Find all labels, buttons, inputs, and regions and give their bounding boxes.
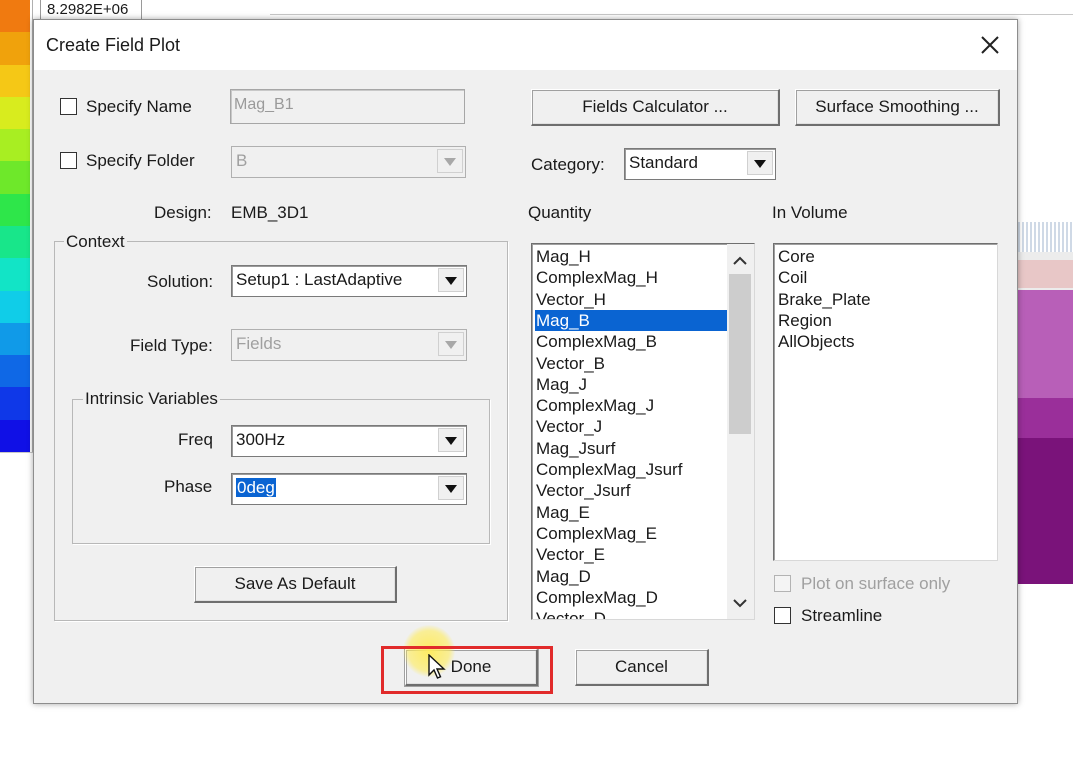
solution-select[interactable]: Setup1 : LastAdaptive bbox=[231, 265, 467, 297]
volume-list-item[interactable]: Region bbox=[777, 310, 832, 331]
design-value: EMB_3D1 bbox=[231, 203, 309, 222]
plot-on-surface-label: Plot on surface only bbox=[801, 574, 951, 593]
phase-select[interactable]: 0deg bbox=[231, 473, 467, 505]
intrinsic-variables-title: Intrinsic Variables bbox=[83, 389, 220, 409]
specify-name-label: Specify Name bbox=[86, 97, 192, 116]
volume-list-item[interactable]: Coil bbox=[777, 267, 807, 288]
field-type-select[interactable]: Fields bbox=[231, 329, 467, 361]
design-label: Design: bbox=[154, 203, 212, 222]
quantity-list-item[interactable]: Mag_Jsurf bbox=[535, 438, 727, 459]
close-icon[interactable] bbox=[977, 32, 1003, 58]
mesh-strip bbox=[1018, 222, 1073, 252]
bg-window-edge bbox=[270, 14, 1073, 15]
quantity-list-item[interactable]: Mag_H bbox=[535, 246, 727, 267]
quantity-list-item[interactable]: ComplexMag_H bbox=[535, 267, 727, 288]
specify-folder-checkbox[interactable] bbox=[60, 152, 77, 169]
volume-list-item[interactable]: Core bbox=[777, 246, 815, 267]
chevron-down-icon bbox=[437, 149, 463, 173]
quantity-list-item[interactable]: Vector_B bbox=[535, 353, 727, 374]
scrollbar-thumb[interactable] bbox=[729, 274, 751, 434]
volume-list-item[interactable]: AllObjects bbox=[777, 331, 855, 352]
title-bar: Create Field Plot bbox=[34, 20, 1017, 70]
chevron-down-icon bbox=[438, 332, 464, 356]
chevron-up-icon[interactable] bbox=[731, 252, 749, 270]
chevron-down-icon bbox=[747, 151, 773, 175]
chevron-down-icon bbox=[438, 268, 464, 292]
quantity-list-item[interactable]: Mag_B bbox=[535, 309, 727, 331]
streamline-checkbox[interactable] bbox=[774, 607, 791, 624]
plot-region bbox=[1018, 260, 1073, 288]
quantity-list-item[interactable]: Vector_D bbox=[535, 608, 727, 619]
folder-select[interactable]: B bbox=[231, 146, 466, 178]
chevron-down-icon bbox=[438, 428, 464, 452]
quantity-list-item[interactable]: Vector_Jsurf bbox=[535, 480, 727, 501]
chevron-down-icon[interactable] bbox=[731, 594, 749, 612]
solution-label: Solution: bbox=[147, 272, 214, 291]
bg-divider bbox=[0, 452, 33, 453]
solution-select-value: Setup1 : LastAdaptive bbox=[236, 270, 403, 289]
intrinsic-variables-group bbox=[72, 399, 490, 544]
quantity-list-item[interactable]: Vector_E bbox=[535, 544, 727, 565]
quantity-title: Quantity bbox=[528, 203, 592, 222]
context-group-title: Context bbox=[64, 232, 127, 252]
quantity-list-item[interactable]: Mag_E bbox=[535, 502, 727, 523]
freq-select[interactable]: 300Hz bbox=[231, 425, 467, 457]
freq-label: Freq bbox=[178, 430, 213, 449]
cancel-button[interactable]: Cancel bbox=[575, 649, 709, 686]
chevron-down-icon bbox=[438, 476, 464, 500]
quantity-list-item[interactable]: ComplexMag_Jsurf bbox=[535, 459, 727, 480]
quantity-list-item[interactable]: Vector_J bbox=[535, 416, 727, 437]
plot-region bbox=[1018, 290, 1073, 398]
save-as-default-button[interactable]: Save As Default bbox=[194, 566, 397, 603]
model-view[interactable] bbox=[1018, 222, 1073, 584]
create-field-plot-dialog: Create Field Plot Specify Name Mag_B1 Sp… bbox=[33, 19, 1018, 704]
highlight-box bbox=[381, 646, 553, 694]
category-label: Category: bbox=[531, 155, 605, 174]
legend-frame bbox=[0, 0, 33, 452]
specify-folder-label: Specify Folder bbox=[86, 151, 195, 170]
folder-select-value: B bbox=[236, 151, 248, 170]
streamline-label: Streamline bbox=[801, 606, 883, 625]
plot-name-input[interactable]: Mag_B1 bbox=[230, 89, 465, 124]
freq-select-value: 300Hz bbox=[236, 430, 286, 449]
quantity-list[interactable]: Vector_D ComplexMag_D Mag_D Vector_E Complex… bbox=[531, 243, 755, 620]
in-volume-list[interactable]: Core Coil Brake_Plate Region AllObjects bbox=[773, 243, 998, 561]
specify-name-checkbox[interactable] bbox=[60, 98, 77, 115]
quantity-list-item[interactable]: ComplexMag_J bbox=[535, 395, 727, 416]
plot-region bbox=[1018, 398, 1073, 438]
surface-smoothing-button[interactable]: Surface Smoothing ... bbox=[795, 89, 1000, 126]
dialog-title: Create Field Plot bbox=[46, 35, 181, 55]
quantity-list-item[interactable]: Mag_J bbox=[535, 374, 727, 395]
category-select-value: Standard bbox=[629, 153, 698, 172]
quantity-scrollbar[interactable] bbox=[727, 244, 754, 619]
phase-select-value: 0deg bbox=[236, 478, 276, 497]
plot-region bbox=[1018, 438, 1073, 584]
field-type-select-value: Fields bbox=[236, 334, 282, 353]
quantity-list-item[interactable]: Mag_D bbox=[535, 566, 727, 587]
plot-on-surface-checkbox[interactable] bbox=[774, 575, 791, 592]
fields-calculator-button[interactable]: Fields Calculator ... bbox=[531, 89, 780, 126]
quantity-list-item[interactable]: ComplexMag_D bbox=[535, 587, 727, 608]
quantity-list-item[interactable]: ComplexMag_B bbox=[535, 331, 727, 352]
mouse-cursor-icon bbox=[428, 653, 446, 680]
category-select[interactable]: Standard bbox=[624, 148, 776, 180]
field-type-label: Field Type: bbox=[130, 336, 213, 355]
legend-max-value: 8.2982E+06 bbox=[40, 0, 142, 20]
quantity-list-item[interactable]: Vector_H bbox=[535, 289, 727, 310]
phase-label: Phase bbox=[164, 477, 213, 496]
in-volume-title: In Volume bbox=[772, 203, 848, 222]
volume-list-item[interactable]: Brake_Plate bbox=[777, 289, 871, 310]
quantity-list-item[interactable]: ComplexMag_E bbox=[535, 523, 727, 544]
